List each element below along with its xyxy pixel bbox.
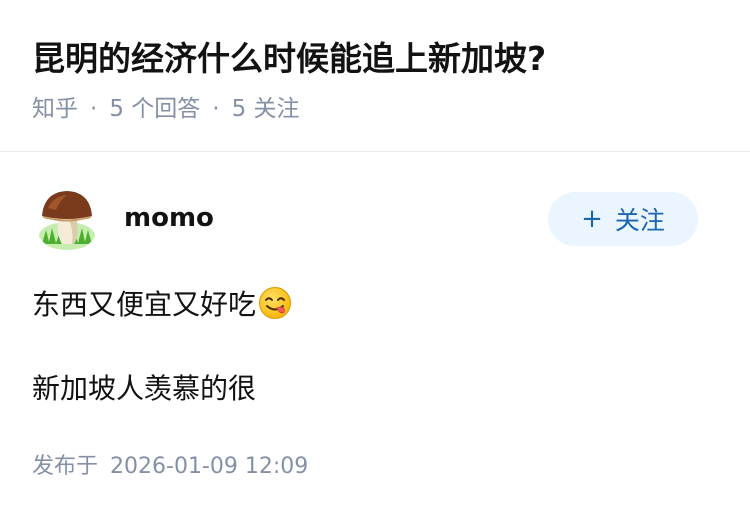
publish-label: 发布于 — [32, 454, 99, 479]
plus-icon: + — [581, 204, 603, 234]
author-row: momo + 关注 — [34, 186, 698, 252]
question-title[interactable]: 昆明的经济什么时候能追上新加坡? — [32, 34, 718, 84]
follow-button-label: 关注 — [614, 206, 665, 235]
source-label[interactable]: 知乎 — [32, 96, 78, 122]
yummy-face-emoji-icon — [258, 286, 292, 320]
answers-count[interactable]: 5 个回答 — [109, 96, 200, 122]
follow-button[interactable]: + 关注 — [548, 192, 698, 246]
author-name[interactable]: momo — [124, 200, 214, 236]
answer-paragraph: 东西又便宜又好吃 — [32, 284, 718, 326]
mushroom-avatar-icon[interactable] — [34, 186, 100, 252]
meta-separator: · — [90, 96, 98, 122]
followers-count[interactable]: 5 关注 — [232, 96, 300, 122]
answer-content: 东西又便宜又好吃 新加坡人羡慕的很 — [32, 284, 718, 410]
header-divider — [0, 151, 750, 152]
publish-info: 发布于 2026-01-09 12:09 — [32, 451, 308, 483]
question-meta: 知乎 · 5 个回答 · 5 关注 — [32, 92, 718, 126]
answer-paragraph: 新加坡人羡慕的很 — [32, 372, 257, 405]
meta-separator: · — [212, 96, 220, 122]
question-header: 昆明的经济什么时候能追上新加坡? 知乎 · 5 个回答 · 5 关注 — [32, 34, 718, 126]
answer-text: 东西又便宜又好吃 — [32, 288, 257, 321]
publish-time: 2026-01-09 12:09 — [110, 454, 309, 479]
